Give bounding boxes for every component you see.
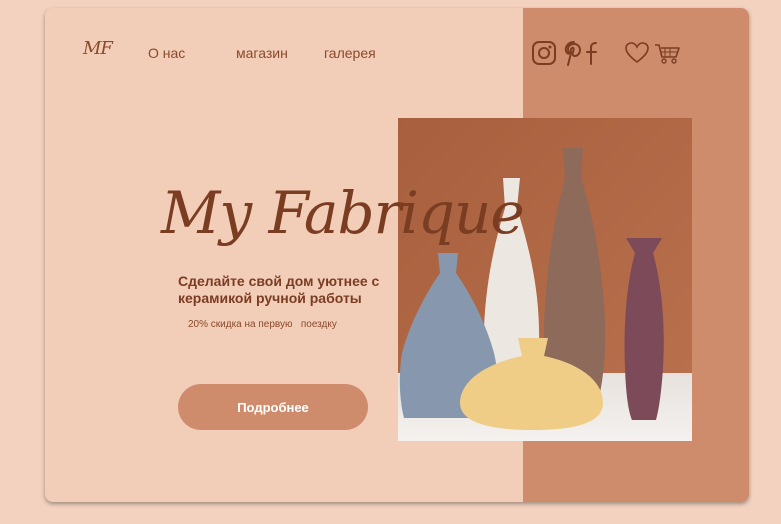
discount-text: 20% скидка на первую поездку <box>188 319 337 330</box>
hero-title: My Fabrique <box>161 179 525 247</box>
nav-item-gallery[interactable]: галерея <box>324 45 376 61</box>
heart-icon[interactable] <box>624 40 650 66</box>
cart-icon[interactable] <box>653 40 681 66</box>
vases-photo <box>398 118 692 441</box>
facebook-icon[interactable] <box>584 40 602 66</box>
nav-item-shop[interactable]: магазин <box>236 45 288 61</box>
nav-item-about[interactable]: О нас <box>148 45 185 61</box>
landing-card: MF О нас магазин галерея My Fabrique Сде… <box>45 8 749 502</box>
brand-logo[interactable]: MF <box>83 38 113 59</box>
instagram-icon[interactable] <box>531 40 557 66</box>
more-button[interactable]: Подробнее <box>178 384 368 430</box>
hero-subtitle: Сделайте свой дом уютнее с керамикой руч… <box>178 273 380 306</box>
